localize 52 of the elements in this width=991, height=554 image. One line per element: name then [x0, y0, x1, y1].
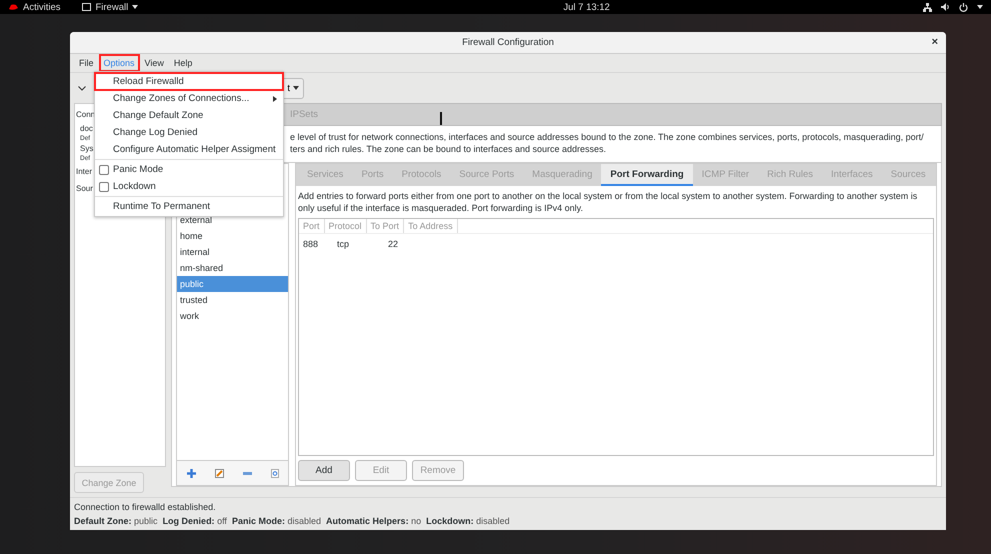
- clock[interactable]: Jul 7 13:12: [473, 2, 610, 12]
- action-button[interactable]: Add: [298, 460, 350, 481]
- menu-item[interactable]: Change Default Zone: [95, 107, 283, 124]
- status-message: Connection to firewalld established.: [74, 502, 217, 512]
- volume-icon: [940, 3, 950, 11]
- close-button[interactable]: ×: [932, 36, 938, 48]
- edit-icon: [214, 468, 224, 478]
- menu-item[interactable]: Help: [170, 56, 196, 70]
- menu-check-item[interactable]: Lockdown: [95, 178, 283, 195]
- reload-icon: [270, 468, 278, 478]
- caret-icon: [132, 5, 138, 9]
- menu-check-item[interactable]: Panic Mode: [95, 161, 283, 178]
- table-cell-text: tcp: [336, 239, 350, 249]
- menu-item[interactable]: View: [142, 56, 167, 70]
- power-icon: [958, 2, 968, 12]
- caret-icon: [976, 5, 983, 9]
- zone-item[interactable]: internal: [177, 244, 288, 260]
- hat-icon: [8, 4, 19, 10]
- list-item[interactable]: Sys: [76, 143, 94, 154]
- menu-item-label: Lockdown: [113, 181, 156, 192]
- list-item[interactable]: doc: [76, 123, 93, 134]
- network-icon: [922, 2, 932, 12]
- table-cell-text: 22: [387, 239, 400, 249]
- table-cell-text: 888: [302, 239, 320, 249]
- chevron-icon: [78, 86, 86, 90]
- submenu-arrow-icon: [273, 96, 277, 102]
- zone-item[interactable]: nm-shared: [177, 260, 288, 276]
- menu-item[interactable]: Runtime To Permanent: [95, 198, 283, 215]
- description-text: ters and rich rules. The zone can be bound to interfaces and source addresses.: [290, 143, 608, 155]
- zone-item[interactable]: work: [177, 308, 288, 324]
- app-menu[interactable]: Firewall: [82, 2, 138, 12]
- checkbox[interactable]: [99, 182, 109, 192]
- text-cursor-mark: [440, 112, 442, 125]
- list-item: Sour: [76, 183, 93, 194]
- window-title: Firewall Configuration: [462, 37, 554, 48]
- zone-item[interactable]: home: [177, 228, 288, 244]
- menu-item-label: Panic Mode: [113, 164, 164, 175]
- list-item: Inter: [76, 166, 92, 177]
- checkbox[interactable]: [99, 164, 109, 174]
- tab[interactable]: Port Forwarding: [601, 164, 693, 186]
- remove-icon: [242, 472, 252, 474]
- app-icon: [82, 3, 92, 11]
- status-summary: Default Zone: public Log Denied: off Panic Mode: disabled Automatic Helpers: no Lockdown: disabled: [74, 516, 511, 526]
- menu-item[interactable]: Configure Automatic Helper Assigment: [95, 141, 283, 158]
- port-forwarding-description: Add entries to forward ports either from one port to another on the local system or from the local system to another system. Forwarding to another system is only useful if the interface is masqueraded. Port forwarding is IPv4 only.: [298, 190, 918, 214]
- caret-icon: [293, 86, 299, 90]
- add-icon: [186, 468, 196, 478]
- menu-item[interactable]: Change Log Denied: [95, 124, 283, 141]
- description-text: e level of trust for network connections, interfaces and source addresses bound to the zone. The zone combines services, ports, protocols, masquerading, port/: [290, 131, 925, 143]
- menu-item[interactable]: File: [76, 56, 97, 70]
- zone-item[interactable]: trusted: [177, 292, 288, 308]
- activities-button[interactable]: Activities: [8, 2, 60, 12]
